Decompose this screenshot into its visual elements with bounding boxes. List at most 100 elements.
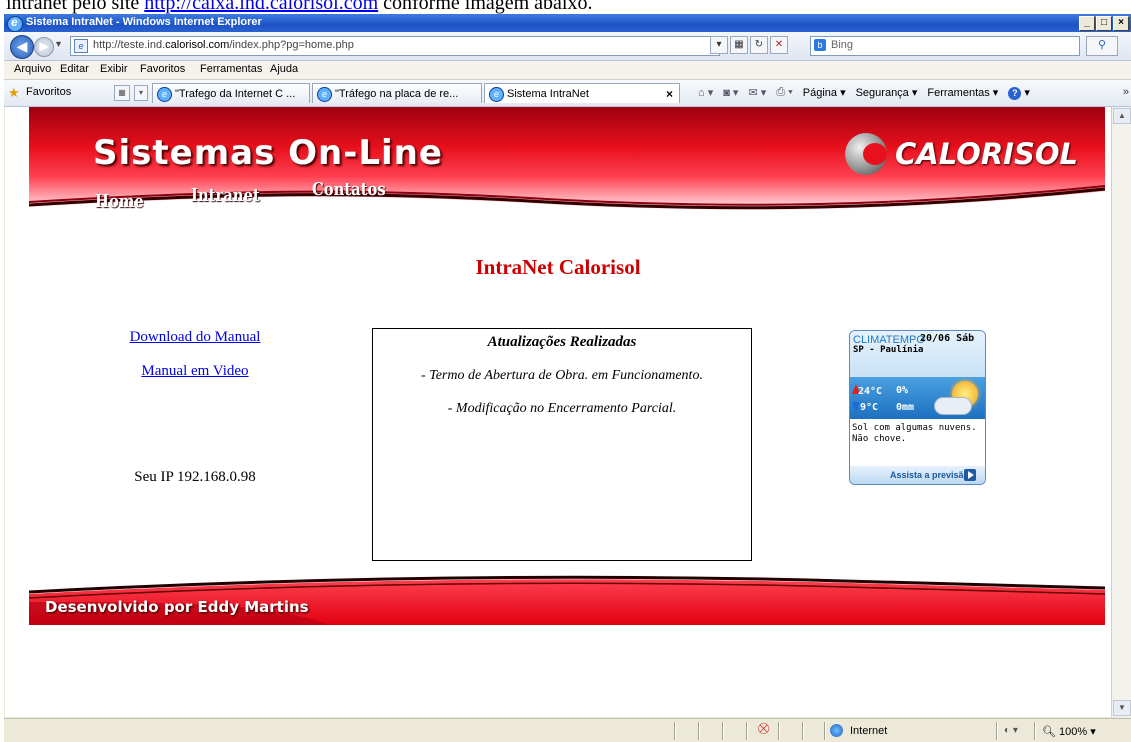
logo-mark-icon [845, 133, 887, 175]
page-viewport: Sistemas On-Line CALORISOL Home Intranet… [5, 107, 1111, 717]
page-menu[interactable]: Página ▾ [803, 86, 846, 100]
doc-link[interactable]: http://caixa.ind.calorisol.com [144, 0, 378, 14]
ie-icon: e [489, 87, 504, 102]
maximize-button[interactable]: □ [1096, 16, 1112, 31]
status-bar: ⛒ Internet ◐ ▾ 🔍︎ 100% ▾ [4, 718, 1131, 742]
url-input[interactable]: e http://teste.ind.calorisol.com/index.p… [70, 36, 720, 56]
menu-favoritos[interactable]: Favoritos [140, 63, 185, 75]
tab-trafego-placa[interactable]: e "Tráfego na placa de re... [312, 83, 482, 103]
back-arrow-icon[interactable]: ◀ [10, 35, 34, 59]
home-icon[interactable]: ⌂ ▾ [698, 86, 713, 100]
menu-exibir[interactable]: Exibir [100, 63, 128, 75]
protected-mode-icon[interactable]: ◐ ▾ [1004, 725, 1018, 736]
down-arrow-icon [852, 402, 860, 412]
forward-arrow-icon[interactable]: ▶ [34, 37, 54, 57]
dropdown-icon[interactable]: ▾ [710, 36, 728, 54]
min-temp: 9°C [860, 402, 879, 413]
download-manual-link[interactable]: Download do Manual [95, 329, 295, 346]
menu-ajuda[interactable]: Ajuda [270, 63, 298, 75]
nav-intranet[interactable]: Intranet [191, 185, 260, 206]
browser-window: Sistema IntraNet - Windows Internet Expl… [4, 14, 1131, 742]
favorites-bar: ★ Favoritos ▦ ▾ e "Trafego da Internet C… [4, 80, 1131, 107]
status-divider [824, 722, 825, 740]
ip-info: Seu IP 192.168.0.98 [134, 469, 256, 485]
compatibility-icon[interactable]: ▦ [730, 36, 748, 54]
weather-header: CLIMATEMPO 20/06 Sáb SP - Paulínia [850, 331, 985, 377]
tab-trafego-internet[interactable]: e "Trafego da Internet C ... [152, 83, 310, 103]
security-zone[interactable]: Internet [850, 725, 887, 737]
close-button[interactable]: × [1113, 16, 1129, 31]
window-title: Sistema IntraNet - Windows Internet Expl… [26, 16, 262, 28]
document-fragment: intranet pelo site http://caixa.ind.calo… [0, 0, 1131, 14]
bing-icon: b [814, 39, 826, 51]
site-footer: Desenvolvido por Eddy Martins [29, 572, 1105, 625]
updates-title: Atualizações Realizadas [487, 334, 637, 350]
url-tools: ▾ ▦ ↻ ✕ [710, 36, 788, 54]
tab-sistema-intranet[interactable]: e Sistema IntraNet × [484, 83, 680, 103]
video-manual-link[interactable]: Manual em Video [95, 363, 295, 380]
stop-icon[interactable]: ✕ [770, 36, 788, 54]
minimize-button[interactable]: _ [1079, 16, 1095, 31]
page-title: IntraNet Calorisol [475, 255, 641, 279]
weather-temps: 24°C 0% 9°C 0mm [850, 377, 985, 419]
site-title: Sistemas On-Line [93, 133, 443, 173]
status-divider [1034, 722, 1035, 740]
weather-city: SP - Paulínia [853, 345, 924, 355]
calorisol-logo: CALORISOL [845, 131, 1095, 177]
address-bar: ◀ ▶ ▾ e http://teste.ind.calorisol.com/i… [4, 32, 1131, 61]
help-icon: ? [1008, 87, 1022, 100]
scroll-up-icon[interactable]: ▲ [1113, 108, 1131, 124]
search-icon[interactable]: ⚲ [1086, 36, 1118, 56]
footer-credit: Desenvolvido por Eddy Martins [45, 598, 309, 616]
history-dropdown-icon[interactable]: ▾ [56, 39, 61, 50]
menu-editar[interactable]: Editar [60, 63, 89, 75]
menu-arquivo[interactable]: Arquivo [14, 63, 51, 75]
zoom-level[interactable]: 🔍︎ 100% ▾ [1042, 725, 1096, 738]
print-icon[interactable]: ⎙ ▾ [776, 86, 792, 100]
quick-tabs-icon[interactable]: ▦ [114, 85, 130, 101]
tools-menu[interactable]: Ferramentas ▾ [927, 86, 998, 100]
status-divider [722, 722, 723, 740]
refresh-icon[interactable]: ↻ [750, 36, 768, 54]
url-text: http://teste.ind.calorisol.com/index.php… [93, 39, 354, 51]
menu-ferramentas[interactable]: Ferramentas [200, 63, 262, 75]
internet-zone-icon [830, 724, 843, 737]
favorites-star-icon[interactable]: ★ [8, 85, 20, 101]
status-divider [746, 722, 747, 740]
document-text: intranet pelo site http://caixa.ind.calo… [6, 0, 593, 14]
weather-forecast-button[interactable]: Assista a previsão [850, 466, 985, 484]
updates-box: Atualizações Realizadas - Termo de Abert… [372, 328, 752, 561]
security-menu[interactable]: Segurança ▾ [856, 86, 918, 100]
logo-text: CALORISOL [895, 137, 1078, 171]
page-icon: e [74, 39, 88, 53]
command-bar: ⌂ ▾ ◙ ▾ ✉ ▾ ⎙ ▾ Página ▾ Segurança ▾ Fer… [698, 86, 1030, 100]
rain-mm: 0mm [896, 402, 915, 413]
chevron-right-icon[interactable]: » [1123, 86, 1129, 98]
nav-contatos[interactable]: Contatos [312, 179, 386, 200]
window-controls: _ □ × [1079, 16, 1129, 31]
favorites-label[interactable]: Favoritos [26, 86, 71, 98]
weather-date: 20/06 Sáb [920, 333, 975, 344]
privacy-icon[interactable]: ⛒ [758, 723, 772, 737]
vertical-scrollbar[interactable]: ▲ ▼ [1111, 107, 1131, 717]
scroll-down-icon[interactable]: ▼ [1113, 700, 1131, 716]
ie-icon: e [317, 87, 332, 102]
site-header: Sistemas On-Line CALORISOL Home Intranet… [29, 107, 1105, 223]
cloud-icon [934, 397, 972, 415]
help-menu[interactable]: ? ▾ [1008, 86, 1030, 100]
weather-description: Sol com algumas nuvens. Não chove. [852, 423, 977, 444]
feeds-icon[interactable]: ◙ ▾ [723, 86, 738, 100]
ie-icon: e [157, 87, 172, 102]
update-item: - Termo de Abertura de Obra. em Funciona… [421, 368, 703, 383]
mail-icon[interactable]: ✉ ▾ [748, 86, 766, 100]
status-divider [698, 722, 699, 740]
nav-home[interactable]: Home [95, 191, 144, 212]
tab-list-icon[interactable]: ▾ [134, 85, 148, 101]
search-input[interactable]: b Bing [810, 36, 1080, 56]
status-divider [674, 722, 675, 740]
status-divider [802, 722, 803, 740]
weather-widget[interactable]: CLIMATEMPO 20/06 Sáb SP - Paulínia 24°C … [849, 330, 986, 485]
title-bar: Sistema IntraNet - Windows Internet Expl… [4, 14, 1131, 32]
update-item: - Modificação no Encerramento Parcial. [447, 401, 677, 416]
close-tab-icon[interactable]: × [666, 84, 673, 103]
